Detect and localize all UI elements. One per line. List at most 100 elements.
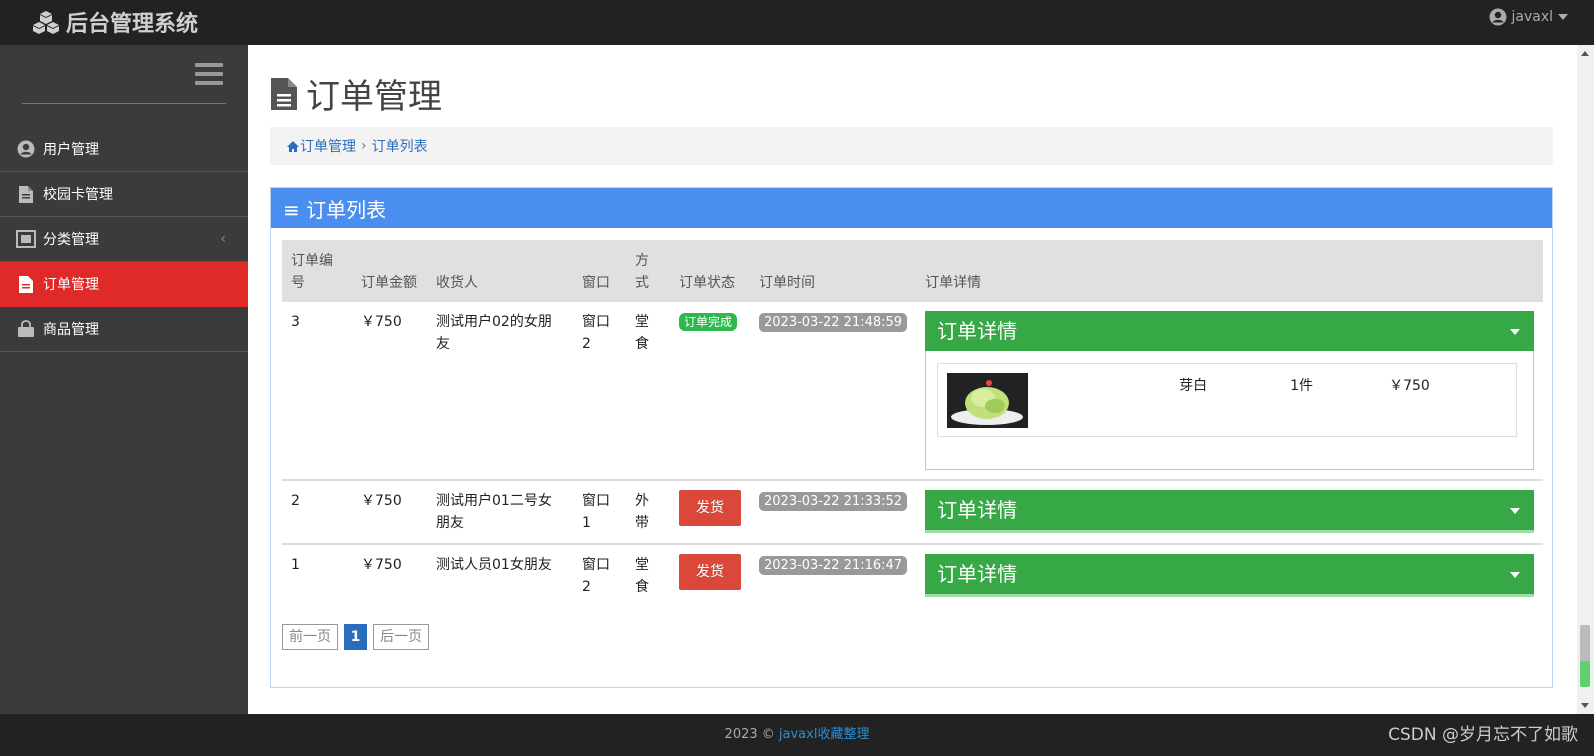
user-circle-icon xyxy=(1489,8,1507,26)
prev-page-button[interactable]: 前一页 xyxy=(282,624,338,650)
sidebar-item-products[interactable]: 商品管理 xyxy=(0,307,248,352)
breadcrumb-current[interactable]: 订单列表 xyxy=(372,136,428,156)
column-header: 订单详情 xyxy=(916,240,1543,302)
order-time: 2023-03-22 21:16:47 xyxy=(759,556,908,575)
file-icon xyxy=(16,184,36,204)
column-header: 订单状态 xyxy=(670,240,750,302)
order-list-panel: ≡ 订单列表 订单编号 订单金额 收货人 窗口 方式 订单状态 订单时间 订单详… xyxy=(270,187,1553,688)
order-window: 窗口1 xyxy=(573,480,626,545)
column-header: 订单金额 xyxy=(352,240,427,302)
sidebar-item-campus-card[interactable]: 校园卡管理 xyxy=(0,172,248,217)
app-title: 后台管理系统 xyxy=(66,12,199,37)
chevron-left-icon: ‹ xyxy=(220,231,226,247)
order-window: 窗口2 xyxy=(573,302,626,481)
table-row: 1 ￥750 测试人员01女朋友 窗口2 堂食 发货 2023-03-22 21… xyxy=(282,544,1543,607)
order-detail-toggle[interactable]: 订单详情 xyxy=(925,554,1534,594)
order-amount: ￥750 xyxy=(361,557,402,573)
ship-button[interactable]: 发货 xyxy=(679,490,741,526)
sidebar-item-orders[interactable]: 订单管理 xyxy=(0,262,248,307)
product-image xyxy=(947,373,1029,428)
scroll-down-icon[interactable] xyxy=(1581,703,1589,708)
order-id: 3 xyxy=(282,302,352,481)
home-icon[interactable] xyxy=(286,140,300,153)
column-header: 方式 xyxy=(626,240,670,302)
order-receiver: 测试用户01二号女朋友 xyxy=(427,480,573,545)
sidebar-item-label: 商品管理 xyxy=(43,322,99,338)
expand-icon xyxy=(16,229,36,249)
watermark: CSDN @岁月忘不了如歌 xyxy=(1388,725,1578,745)
menu-toggle-icon[interactable] xyxy=(195,63,223,89)
sidebar-item-category[interactable]: 分类管理 ‹ xyxy=(0,217,248,262)
order-status-cell: 发货 xyxy=(670,480,750,545)
order-detail-toggle[interactable]: 订单详情 xyxy=(925,490,1534,530)
order-time-cell: 2023-03-22 21:16:47 xyxy=(750,544,916,607)
cubes-icon xyxy=(33,11,59,34)
footer: 2023 © javaxl收藏整理 xyxy=(0,714,1594,756)
sidebar-item-users[interactable]: 用户管理 xyxy=(0,127,248,172)
order-status-cell: 订单完成 xyxy=(670,302,750,481)
order-detail-cell: 订单详情 xyxy=(916,302,1543,481)
order-amount: ￥750 xyxy=(352,302,427,481)
orders-table: 订单编号 订单金额 收货人 窗口 方式 订单状态 订单时间 订单详情 3 ￥75… xyxy=(282,240,1543,607)
sidebar-item-label: 订单管理 xyxy=(43,277,99,293)
sidebar-item-label: 校园卡管理 xyxy=(43,187,113,203)
item-price: ￥750 xyxy=(1389,378,1430,394)
order-id: 1 xyxy=(291,557,300,573)
sidebar-menu: 用户管理 校园卡管理 分类管理 ‹ 订单管理 商品管理 xyxy=(0,127,248,352)
column-header: 窗口 xyxy=(573,240,626,302)
order-detail-collapsed xyxy=(925,594,1534,597)
page-title-text: 订单管理 xyxy=(306,77,442,117)
order-method: 堂食 xyxy=(626,302,670,481)
caret-down-icon xyxy=(1510,508,1520,514)
user-circle-icon xyxy=(16,139,36,159)
order-detail-cell: 订单详情 xyxy=(916,480,1543,545)
order-status-cell: 发货 xyxy=(670,544,750,607)
item-name: 芽白 xyxy=(1179,378,1208,394)
footer-copyright: 2023 © xyxy=(724,727,779,742)
breadcrumb-separator: › xyxy=(361,138,367,154)
ship-button[interactable]: 发货 xyxy=(679,554,741,590)
order-detail-cell: 订单详情 xyxy=(916,544,1543,607)
scroll-up-icon[interactable] xyxy=(1581,51,1589,56)
table-row: 3 ￥750 测试用户02的女朋友 窗口2 堂食 订单完成 2023-03-22… xyxy=(282,302,1543,481)
order-detail-toggle[interactable]: 订单详情 xyxy=(925,311,1534,351)
column-header: 收货人 xyxy=(427,240,573,302)
breadcrumb: 订单管理 › 订单列表 xyxy=(270,127,1553,165)
order-amount: ￥750 xyxy=(352,480,427,545)
order-time: 2023-03-22 21:48:59 xyxy=(759,313,908,332)
order-method: 外带 xyxy=(626,480,670,545)
vertical-scrollbar[interactable] xyxy=(1577,45,1594,714)
caret-down-icon xyxy=(1510,329,1520,335)
order-detail-collapsed xyxy=(925,530,1534,533)
order-time-cell: 2023-03-22 21:33:52 xyxy=(750,480,917,545)
order-item: 芽白 1件 ￥750 xyxy=(937,363,1518,437)
order-window: 窗口2 xyxy=(582,557,610,595)
order-time: 2023-03-22 21:33:52 xyxy=(759,492,908,511)
top-navbar: 后台管理系统 javaxl xyxy=(0,0,1594,45)
page-number-button[interactable]: 1 xyxy=(344,624,367,650)
item-quantity: 1件 xyxy=(1290,378,1313,394)
order-detail-body: 芽白 1件 ￥750 xyxy=(925,351,1534,470)
file-text-icon xyxy=(16,274,36,294)
column-header: 订单时间 xyxy=(750,240,917,302)
footer-link[interactable]: javaxl收藏整理 xyxy=(779,727,870,742)
chevron-down-icon xyxy=(1558,14,1568,20)
shopping-bag-icon xyxy=(16,319,36,339)
brand[interactable]: 后台管理系统 xyxy=(32,6,198,38)
order-receiver: 测试人员01女朋友 xyxy=(436,557,552,573)
main-content: 订单管理 订单管理 › 订单列表 ≡ 订单列表 订单编号 订单金额 收货人 窗口… xyxy=(248,45,1577,714)
order-id: 2 xyxy=(282,480,352,545)
table-row: 2 ￥750 测试用户01二号女朋友 窗口1 外带 发货 2023-03-22 … xyxy=(282,480,1543,545)
file-text-icon xyxy=(271,77,297,110)
next-page-button[interactable]: 后一页 xyxy=(373,624,429,650)
column-header: 订单编号 xyxy=(282,240,352,302)
breadcrumb-home[interactable]: 订单管理 xyxy=(300,136,356,156)
order-time-cell: 2023-03-22 21:48:59 xyxy=(750,302,917,481)
caret-down-icon xyxy=(1510,572,1520,578)
pagination: 前一页 1 后一页 xyxy=(282,624,435,650)
user-menu[interactable]: javaxl xyxy=(1489,8,1568,26)
panel-title: ≡ 订单列表 xyxy=(271,188,1552,228)
status-badge: 订单完成 xyxy=(679,313,738,331)
sidebar-item-label: 用户管理 xyxy=(43,142,99,158)
order-detail-title: 订单详情 xyxy=(937,319,1018,343)
